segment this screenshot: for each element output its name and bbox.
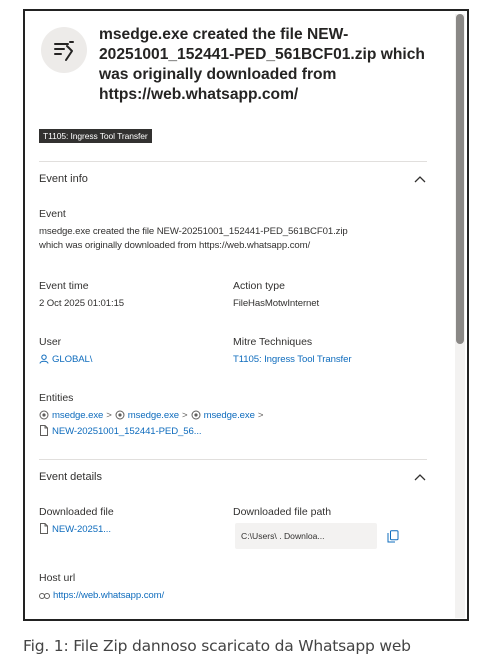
file-create-icon (41, 27, 87, 73)
chevron-right-icon: > (182, 410, 188, 421)
divider (39, 459, 427, 460)
scrollbar-thumb[interactable] (456, 14, 464, 344)
entities-label: Entities (39, 392, 74, 404)
user-link[interactable]: GLOBAL\ (52, 354, 92, 365)
figure-caption: Fig. 1: File Zip dannoso scaricato da Wh… (23, 637, 411, 655)
event-side-panel: msedge.exe created the file NEW-20251001… (23, 9, 469, 621)
host-url-link[interactable]: https://web.whatsapp.com/ (53, 590, 164, 601)
chevron-up-icon[interactable] (413, 172, 427, 186)
entity-file-link[interactable]: NEW-20251001_152441-PED_56... (52, 426, 202, 437)
user-value[interactable]: GLOBAL\ (39, 353, 92, 368)
event-label: Event (39, 208, 66, 220)
entity-process-link[interactable]: msedge.exe (52, 410, 103, 421)
event-details-section-header[interactable]: Event details (39, 467, 427, 487)
file-icon (39, 425, 49, 440)
mitre-link[interactable]: T1105: Ingress Tool Transfer (233, 353, 352, 366)
divider (39, 161, 427, 162)
copy-icon[interactable] (385, 527, 401, 545)
user-icon (39, 354, 49, 368)
event-info-section-header[interactable]: Event info (39, 169, 427, 189)
event-info-title: Event info (39, 173, 88, 185)
chevron-up-icon[interactable] (413, 470, 427, 484)
downloaded-path-label: Downloaded file path (233, 506, 332, 518)
panel-title: msedge.exe created the file NEW-20251001… (99, 26, 425, 103)
scrollbar[interactable] (455, 14, 465, 618)
event-description-line2: which was originally downloaded from htt… (39, 240, 311, 251)
entity-file: NEW-20251001_152441-PED_56... (39, 425, 202, 440)
downloaded-file-value: NEW-20251... (39, 523, 111, 538)
mitre-label: Mitre Techniques (233, 336, 313, 348)
downloaded-file-label: Downloaded file (39, 506, 114, 518)
event-description-line1: msedge.exe created the file NEW-20251001… (39, 226, 348, 237)
downloaded-file-link[interactable]: NEW-20251... (52, 524, 111, 535)
action-type-label: Action type (233, 280, 285, 292)
host-url-value: https://web.whatsapp.com/ (39, 589, 164, 604)
downloaded-path-field[interactable]: C:\Users\ . Downloa... (235, 523, 377, 549)
file-icon (39, 523, 49, 538)
entity-process-link[interactable]: msedge.exe (128, 410, 179, 421)
event-time-label: Event time (39, 280, 89, 292)
entity-process-link[interactable]: msedge.exe (204, 410, 255, 421)
link-icon (39, 591, 50, 604)
event-details-title: Event details (39, 471, 102, 483)
user-label: User (39, 336, 62, 348)
process-icon (39, 410, 49, 424)
entities-chain: msedge.exe > msedge.exe > msedge.exe > (39, 409, 266, 424)
mitre-tag: T1105: Ingress Tool Transfer (39, 129, 152, 143)
process-icon (115, 410, 125, 424)
process-icon (191, 410, 201, 424)
host-url-label: Host url (39, 572, 76, 584)
event-time-value: 2 Oct 2025 01:01:15 (39, 298, 125, 309)
chevron-right-icon: > (106, 410, 112, 421)
chevron-right-icon: > (257, 410, 264, 421)
action-type-value: FileHasMotwInternet (233, 298, 320, 309)
